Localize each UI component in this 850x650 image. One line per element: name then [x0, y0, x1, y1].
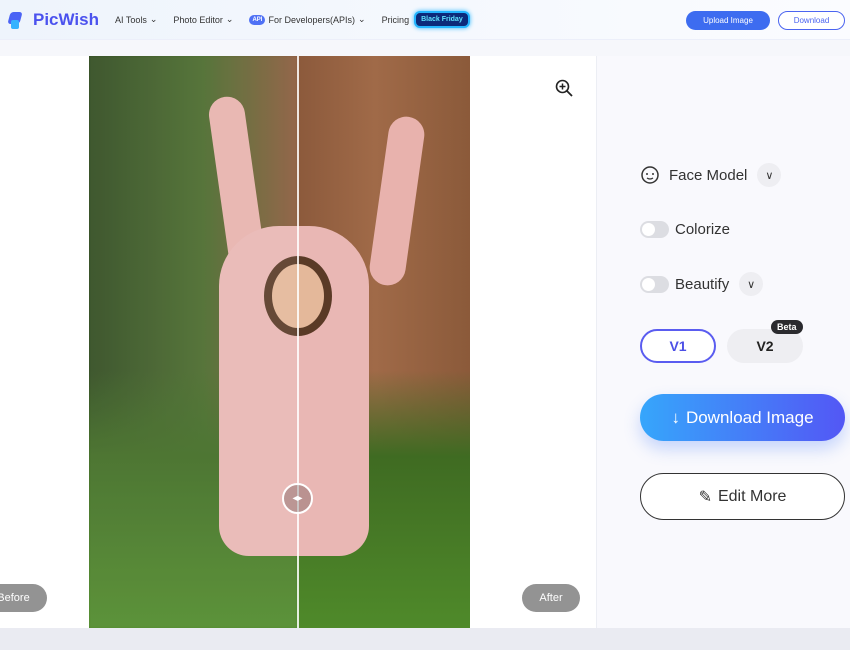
download-image-button[interactable]: ↓ Download Image — [640, 394, 845, 441]
after-label: After — [522, 584, 580, 612]
download-image-label: Download Image — [685, 407, 814, 427]
download-button[interactable]: Download — [778, 11, 845, 30]
settings-panel: Face Model ∨ Colorize Beautify ∨ V1 V2 B… — [596, 56, 850, 628]
menu-pricing[interactable]: Pricing — [382, 15, 410, 25]
version-v1-button[interactable]: V1 — [640, 329, 716, 363]
beautify-label: Beautify — [675, 275, 730, 293]
version-v2-button[interactable]: V2 — [727, 329, 803, 363]
upload-image-button[interactable]: Upload Image — [686, 11, 770, 30]
logo[interactable]: PicWish — [9, 10, 99, 30]
magic-wand-icon: ✎ — [698, 488, 712, 506]
menu-label: For Developers(APIs) — [268, 14, 356, 25]
beta-badge: Beta — [771, 320, 803, 334]
zoom-in-icon[interactable] — [554, 78, 574, 98]
logo-icon — [9, 10, 27, 30]
chevron-down-icon[interactable]: ∨ — [757, 163, 782, 187]
image-compare-stage: ◂▸ Before After — [0, 56, 596, 628]
black-friday-badge[interactable]: Black Friday — [414, 11, 470, 28]
face-model-row: Face Model ∨ — [640, 163, 782, 187]
edit-more-label: Edit More — [717, 487, 787, 505]
menu-label: AI Tools — [114, 14, 147, 25]
chevron-down-icon[interactable]: ∨ — [739, 272, 764, 296]
chevron-down-icon: ⌄ — [358, 14, 366, 24]
face-icon — [641, 166, 659, 184]
api-badge: API — [249, 14, 266, 25]
result-photo: ◂▸ — [89, 56, 470, 628]
menu-photo-editor[interactable]: Photo Editor ⌄ — [173, 14, 233, 25]
colorize-label: Colorize — [675, 221, 731, 238]
chevron-down-icon: ⌄ — [149, 14, 158, 24]
before-label: Before — [0, 584, 47, 612]
compare-divider[interactable] — [297, 56, 299, 628]
brand-name: PicWish — [33, 9, 99, 29]
face-model-label: Face Model — [669, 166, 748, 184]
download-arrow-icon: ↓ — [671, 407, 680, 427]
menu-label: Pricing — [381, 14, 410, 25]
beautify-row: Beautify ∨ — [640, 272, 764, 296]
bottom-strip — [0, 628, 850, 650]
menu-developers[interactable]: API For Developers(APIs) ⌄ — [249, 14, 366, 25]
photo-detail — [367, 114, 427, 288]
edit-more-button[interactable]: ✎ Edit More — [640, 473, 845, 520]
colorize-row: Colorize — [640, 221, 730, 238]
chevron-down-icon: ⌄ — [225, 14, 234, 24]
beautify-toggle[interactable] — [640, 275, 669, 293]
colorize-toggle[interactable] — [640, 221, 669, 238]
before-side — [89, 56, 297, 628]
menu-label: Photo Editor — [173, 14, 223, 25]
menu-ai-tools[interactable]: AI Tools ⌄ — [115, 14, 157, 25]
compare-handle[interactable]: ◂▸ — [282, 483, 313, 514]
